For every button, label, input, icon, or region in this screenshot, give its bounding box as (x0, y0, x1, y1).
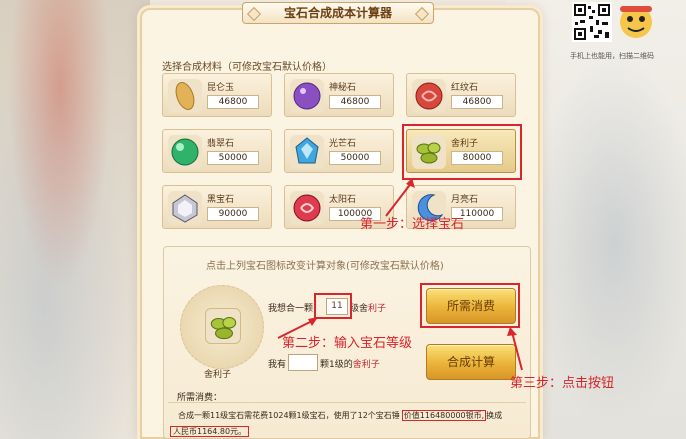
sun-stone-icon (290, 191, 324, 225)
gem-name: 神秘石 (329, 83, 357, 93)
kunlun-jade-icon (168, 79, 202, 113)
want-suffix-gem: 利子 (368, 304, 387, 314)
step2-annotation: 第二步：输入宝石等级 (282, 336, 413, 351)
have-suffix: 颗1级的舍利子 (320, 357, 380, 370)
red-vein-stone-icon (412, 79, 446, 113)
step3-highlight (420, 283, 520, 328)
gem-card-red-vein-stone[interactable]: 红纹石 46800 (406, 73, 516, 117)
selected-gem-badge (180, 285, 264, 369)
cost-price-text: 价值116480000银币, (403, 411, 485, 420)
have-suffix-text: 颗1级的 (320, 360, 353, 370)
calculate-button[interactable]: 合成计算 (426, 344, 516, 380)
gem-price-input[interactable]: 50000 (329, 151, 381, 165)
step1-highlight (402, 124, 522, 180)
step1-annotation: 第一步：选择宝石 (360, 217, 465, 232)
radiance-stone-icon (290, 135, 324, 169)
gem-card-kunlun-jade[interactable]: 昆仑玉 46800 (162, 73, 272, 117)
mystic-stone-icon (290, 79, 324, 113)
gem-name: 光芒石 (329, 139, 357, 149)
gem-price-input[interactable]: 46800 (329, 95, 381, 109)
gem-name: 红纹石 (451, 83, 479, 93)
gem-card-jade-stone[interactable]: 翡翠石 50000 (162, 129, 272, 173)
black-gem-icon (168, 191, 202, 225)
cost-price: 价值116480000银币, (401, 410, 487, 421)
cost-summary-line: 合成一颗11级宝石需花费1024颗1级宝石，使用了12个宝石锤 价值1164800… (178, 410, 502, 421)
gem-card-black-gem[interactable]: 黑宝石 90000 (162, 185, 272, 229)
gem-card-radiance-stone[interactable]: 光芒石 50000 (284, 129, 394, 173)
gem-price-input[interactable]: 46800 (451, 95, 503, 109)
cost-tail: 换成 (486, 411, 503, 420)
page-title: 宝石合成成本计算器 (242, 2, 434, 24)
gem-name: 太阳石 (329, 195, 357, 205)
want-suffix: 级舍利子 (350, 301, 386, 314)
cost-header: 所需消费： (177, 393, 223, 403)
have-suffix-gem: 舍利子 (352, 360, 380, 370)
selected-gem-name: 舍利子 (204, 370, 232, 380)
step3-annotation: 第三步：点击按钮 (510, 376, 615, 391)
gem-name: 黑宝石 (207, 195, 235, 205)
jade-stone-icon (168, 135, 202, 169)
gem-price-input[interactable]: 46800 (207, 95, 259, 109)
qr-code-icon (572, 2, 652, 42)
sarira-icon (205, 308, 241, 344)
have-prefix: 我有 (268, 360, 287, 370)
have-count-input[interactable] (288, 354, 318, 371)
cost-rmb: 人民币1164.80元。 (170, 426, 250, 437)
want-prefix: 我想合一颗 (268, 304, 314, 314)
cost-text: 合成一颗11级宝石需花费1024颗1级宝石，使用了12个宝石锤 (178, 411, 400, 420)
gem-name: 月亮石 (451, 195, 479, 205)
gem-price-input[interactable]: 50000 (207, 151, 259, 165)
cost-rmb-text: 人民币1164.80元。 (170, 426, 250, 437)
want-suffix-text: 级舍 (350, 304, 369, 314)
gem-card-mystic-stone[interactable]: 神秘石 46800 (284, 73, 394, 117)
step3-arrow-icon (507, 327, 523, 371)
gem-name: 翡翠石 (207, 139, 235, 149)
section-label: 选择合成材料（可修改宝石默认价格） (162, 62, 332, 73)
qr-caption: 手机上也能用，扫描二维码 (570, 52, 654, 60)
gem-name: 昆仑玉 (207, 83, 235, 93)
gem-price-input[interactable]: 90000 (207, 207, 259, 221)
calculator-instructions: 点击上列宝石图标改变计算对象(可修改宝石默认价格) (206, 261, 444, 272)
background-left-scenery (0, 0, 150, 439)
